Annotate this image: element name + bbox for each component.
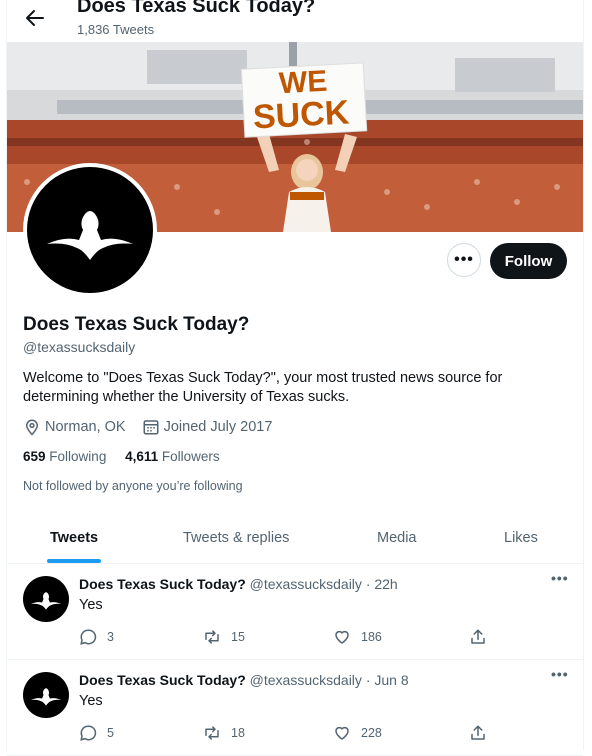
page-title: Does Texas Suck Today?	[77, 0, 316, 17]
heart-icon	[335, 726, 349, 740]
tab-tweets-and-replies[interactable]: Tweets & replies	[183, 530, 289, 546]
like-count: 186	[361, 630, 382, 644]
more-options-button[interactable]: •••	[447, 243, 481, 277]
top-bar: Does Texas Suck Today? 1,836 Tweets	[7, 0, 583, 42]
tab-tweets[interactable]: Tweets	[50, 530, 98, 546]
sign-text-suck: SUCK	[252, 93, 351, 137]
retweet-icon	[205, 630, 219, 644]
tab-media[interactable]: Media	[377, 530, 417, 546]
profile-location: Norman, OK	[45, 419, 126, 435]
like-button[interactable]: 228	[333, 724, 382, 742]
profile-bio: Welcome to "Does Texas Suck Today?", you…	[23, 370, 503, 405]
reply-count: 3	[107, 630, 114, 644]
retweet-button[interactable]: 18	[203, 724, 245, 742]
reply-button[interactable]: 3	[79, 628, 114, 646]
location-pin-icon	[23, 418, 41, 436]
tweet-avatar[interactable]	[23, 672, 69, 718]
following-count: 659	[23, 449, 46, 464]
longhorn-silhouette-icon	[47, 211, 133, 260]
tweet[interactable]: Does Texas Suck Today? @texassucksdaily …	[7, 660, 583, 756]
share-icon	[471, 629, 485, 644]
calendar-icon	[142, 418, 160, 436]
tweet-text: Yes	[79, 693, 103, 709]
back-arrow-icon[interactable]	[23, 6, 47, 30]
followers-count: 4,611	[125, 449, 159, 464]
not-followed-note: Not followed by anyone you’re following	[23, 479, 243, 493]
tweet-text: Yes	[79, 597, 103, 613]
longhorn-silhouette-icon	[30, 592, 62, 610]
heart-icon	[335, 630, 349, 644]
following-link[interactable]: 659 Following	[23, 449, 106, 464]
follow-button[interactable]: Follow	[490, 243, 567, 279]
profile-page: Does Texas Suck Today? 1,836 Tweets WE S…	[6, 0, 584, 756]
tweet-author-name[interactable]: Does Texas Suck Today?	[79, 576, 246, 592]
share-button[interactable]	[469, 628, 487, 646]
profile-handle: @texassucksdaily	[23, 339, 136, 355]
retweet-count: 15	[231, 630, 245, 644]
profile-avatar[interactable]	[23, 163, 157, 297]
retweet-count: 18	[231, 726, 245, 740]
tweet-timestamp[interactable]: · 22h	[366, 576, 398, 592]
profile-name: Does Texas Suck Today?	[23, 314, 250, 335]
like-button[interactable]: 186	[333, 628, 382, 646]
longhorn-silhouette-icon	[30, 688, 62, 706]
tweet-header: Does Texas Suck Today? @texassucksdaily …	[79, 576, 398, 592]
reply-icon	[80, 725, 97, 741]
profile-meta: Norman, OK Joined July 2017	[23, 418, 272, 436]
reply-count: 5	[107, 726, 114, 740]
tweet-count: 1,836 Tweets	[77, 22, 155, 37]
retweet-icon	[205, 726, 219, 740]
tweet-more-icon[interactable]: •••	[551, 666, 569, 682]
followers-link[interactable]: 4,611 Followers	[125, 449, 220, 464]
follow-stats: 659 Following 4,611 Followers	[23, 449, 220, 464]
share-button[interactable]	[469, 724, 487, 742]
profile-joined-date: Joined July 2017	[163, 419, 273, 435]
retweet-button[interactable]: 15	[203, 628, 245, 646]
tweet[interactable]: Does Texas Suck Today? @texassucksdaily …	[7, 564, 583, 660]
tweet-avatar[interactable]	[23, 576, 69, 622]
tweet-author-handle[interactable]: @texassucksdaily	[250, 672, 362, 688]
tweet-author-handle[interactable]: @texassucksdaily	[250, 576, 362, 592]
share-icon	[471, 725, 485, 740]
reply-icon	[80, 629, 97, 645]
followers-label: Followers	[161, 449, 220, 464]
tweet-author-name[interactable]: Does Texas Suck Today?	[79, 672, 246, 688]
tweet-header: Does Texas Suck Today? @texassucksdaily …	[79, 672, 409, 688]
like-count: 228	[361, 726, 382, 740]
tweet-timestamp[interactable]: · Jun 8	[366, 672, 409, 688]
tab-likes[interactable]: Likes	[504, 530, 538, 546]
following-label: Following	[49, 449, 107, 464]
tweet-more-icon[interactable]: •••	[551, 570, 569, 586]
reply-button[interactable]: 5	[79, 724, 114, 742]
